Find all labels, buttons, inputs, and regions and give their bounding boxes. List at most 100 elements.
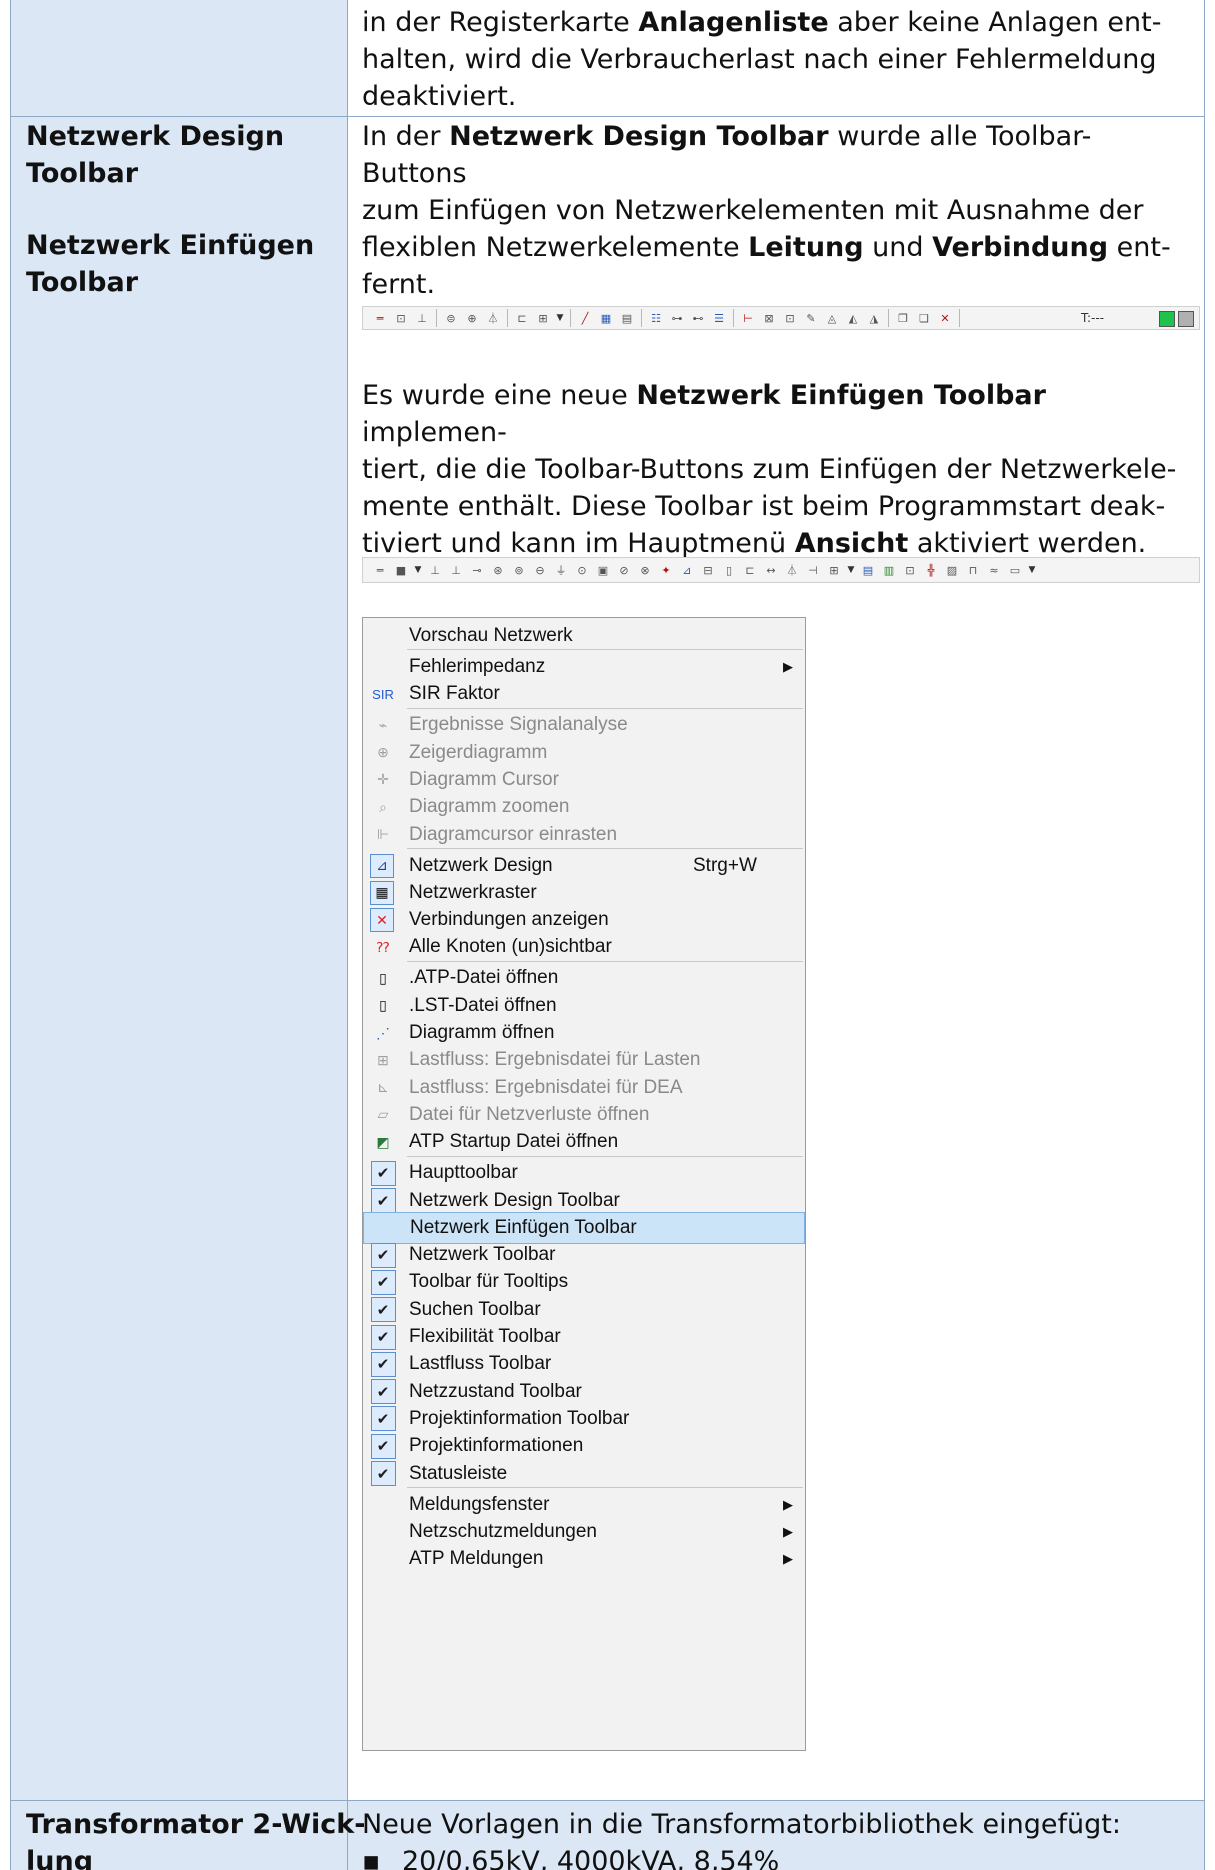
flip-icon: ◮ [869, 311, 879, 325]
status-green-indicator [1159, 311, 1175, 327]
checkbox: ✔ [370, 1379, 396, 1405]
menu-item-label: Suchen Toolbar [409, 1298, 541, 1320]
clear-icon: ☰ [714, 311, 724, 325]
menu-item-label: Diagramm zoomen [409, 796, 570, 818]
menu-item-label: Fehlerimpedanz [409, 656, 546, 677]
menu-item-shortcut: Strg+W [693, 854, 757, 876]
generator-icon: ⊚ [514, 563, 524, 577]
check-icon: ✔ [370, 1297, 396, 1323]
open-icon: ☷ [651, 311, 661, 325]
menu-item-statusleiste[interactable]: ✔ Statusleiste [363, 1458, 805, 1490]
heading-netzwerk-einfuegen-toolbar: Netzwerk Einfügen Toolbar [26, 230, 315, 298]
snap-icon: ⊩ [376, 826, 390, 842]
dropdown-arrow-icon: ▼ [847, 565, 855, 575]
heading-transformator: Transformator 2-Wick- lung [26, 1809, 366, 1870]
line-icon: ═ [376, 563, 384, 577]
design-toolbar-screenshot: ═ ⊡ ⊥ ⊜ ⊕ ⏃ ⊏ ⊞ ▼ ╱ ▦ ▤ ☷ ⊶ ⊷ ☰ ⊢ ⊠ ⊡ ✎ … [362, 306, 1200, 330]
pv-icon: ⊿ [682, 563, 692, 577]
signal-analysis-icon: ⌁ [378, 716, 388, 733]
table-icon: ▤ [621, 311, 633, 325]
losses-icon: ▱ [377, 1106, 389, 1123]
checkbox: ✔ [370, 1269, 396, 1295]
submenu-arrow-icon: ▶ [783, 659, 793, 674]
checkbox: ✔ [370, 1406, 396, 1432]
heading-netzwerk-design-toolbar: Netzwerk Design Toolbar [26, 121, 285, 189]
menu-item-label: Netzwerk Toolbar [409, 1244, 556, 1266]
switch-icon: ⊣ [808, 563, 818, 577]
menu-item-label: Diagramm Cursor [409, 768, 559, 790]
table-border-left [10, 0, 11, 1870]
panel-icon: ▣ [597, 563, 609, 577]
tooltip-status: T:--- [1081, 311, 1105, 325]
check-icon: ✔ [370, 1379, 396, 1405]
flag-icon: ▤ [862, 563, 874, 577]
checkbox: ✔ [370, 1351, 396, 1377]
breaker-icon: ⊗ [640, 563, 650, 577]
menu-item-label: Datei für Netzverluste öffnen [409, 1103, 650, 1125]
line-tool-icon: ═ [376, 311, 384, 325]
toolbar-separator [436, 309, 437, 327]
menu-item-label: .LST-Datei öffnen [409, 994, 557, 1016]
copy-icon: ❐ [898, 311, 908, 325]
menu-item-atp-startup-datei-öffnen[interactable]: ◩ ATP Startup Datei öffnen [363, 1126, 805, 1158]
switchgear-icon: ⊞ [829, 563, 839, 577]
box-icon: ⊡ [905, 563, 915, 577]
checkbox: ✔ [370, 1324, 396, 1350]
menu-item-label: Projektinformation Toolbar [409, 1407, 630, 1429]
trafo-paragraph: Neue Vorlagen in die Transformatorbiblio… [362, 1806, 1192, 1870]
menu-item-atp-meldungen[interactable]: ATP Meldungen ▶ [363, 1543, 805, 1575]
tower-icon: ⏃ [487, 312, 499, 325]
submenu-arrow-icon: ▶ [783, 1551, 793, 1567]
tower-icon: ⏃ [786, 564, 798, 577]
menu-item-label: ATP Startup Datei öffnen [409, 1131, 619, 1153]
check-icon: ✔ [370, 1242, 396, 1268]
fuse-icon: ▭ [1009, 563, 1021, 577]
row-divider-1 [10, 116, 1205, 117]
intro-paragraph: in der Registerkarte Anlagenliste aber k… [362, 7, 1162, 112]
busbar-icon: ⊏ [517, 311, 527, 325]
startup-icon: ◩ [376, 1133, 390, 1150]
rotate-icon: ◭ [848, 311, 858, 325]
network-grid-icon: ▦ [600, 311, 612, 325]
menu-item-label: Diagramcursor einrasten [409, 823, 618, 845]
dea-icon: ⊾ [377, 1079, 389, 1096]
menu-item-label: .ATP-Datei öffnen [409, 967, 559, 989]
menu-item-label: SIR Faktor [409, 683, 500, 705]
status-gray-indicator [1178, 311, 1194, 327]
source-icon: ⊥ [430, 563, 440, 577]
delete-icon: ✕ [940, 311, 950, 325]
phasor-icon: ⊕ [377, 744, 389, 761]
check-icon: ✔ [370, 1351, 396, 1377]
sir-icon: SIR [372, 686, 394, 702]
design-toolbar-paragraph: In der Netzwerk Design Toolbar wurde all… [362, 121, 1171, 300]
sct-icon: ⊛ [493, 563, 503, 577]
menu-item-label: Lastfluss: Ergebnisdatei für Lasten [409, 1049, 701, 1071]
menu-item-label: Diagramm öffnen [409, 1022, 555, 1043]
switchgear-icon: ⊞ [538, 311, 548, 325]
document-icon: ▯ [725, 563, 733, 577]
mirror-icon: ◬ [827, 311, 837, 325]
capacitor-icon: ⊸ [472, 563, 482, 577]
menu-item-label: Vorschau Netzwerk [409, 625, 573, 646]
storage-icon: ⊟ [703, 563, 713, 577]
connection-tool-icon: ⊡ [396, 311, 406, 325]
menu-item-diagramcursor-einrasten[interactable]: ⊩ Diagramcursor einrasten [363, 819, 805, 851]
menu-item-label: Haupttoolbar [409, 1162, 518, 1184]
relay-icon: ⊘ [619, 563, 629, 577]
grid-icon: ╬ [927, 563, 935, 577]
table-border-right [1204, 0, 1205, 1870]
transformer-icon: ⊜ [446, 311, 456, 325]
cabinet-icon: ▨ [946, 563, 958, 577]
cl-icon: ⊷ [692, 311, 704, 325]
toolbar-separator [959, 309, 960, 327]
pointer-icon: ⊢ [743, 311, 753, 325]
menu-item-alle-knoten-un-sichtbar[interactable]: ⁇ Alle Knoten (un)sichtbar [363, 931, 805, 963]
checkbox: ✔ [370, 1433, 396, 1459]
menu-item-sir-faktor[interactable]: SIR SIR Faktor [363, 678, 805, 710]
dropdown-arrow-icon: ▼ [1028, 565, 1036, 575]
menu-item-label: Zeigerdiagramm [409, 741, 548, 763]
cp-icon: ▥ [883, 563, 895, 577]
check-icon: ✔ [370, 1160, 396, 1186]
menu-item-vorschau-netzwerk[interactable]: Vorschau Netzwerk [363, 620, 805, 652]
submenu-arrow-icon: ▶ [783, 1496, 793, 1512]
